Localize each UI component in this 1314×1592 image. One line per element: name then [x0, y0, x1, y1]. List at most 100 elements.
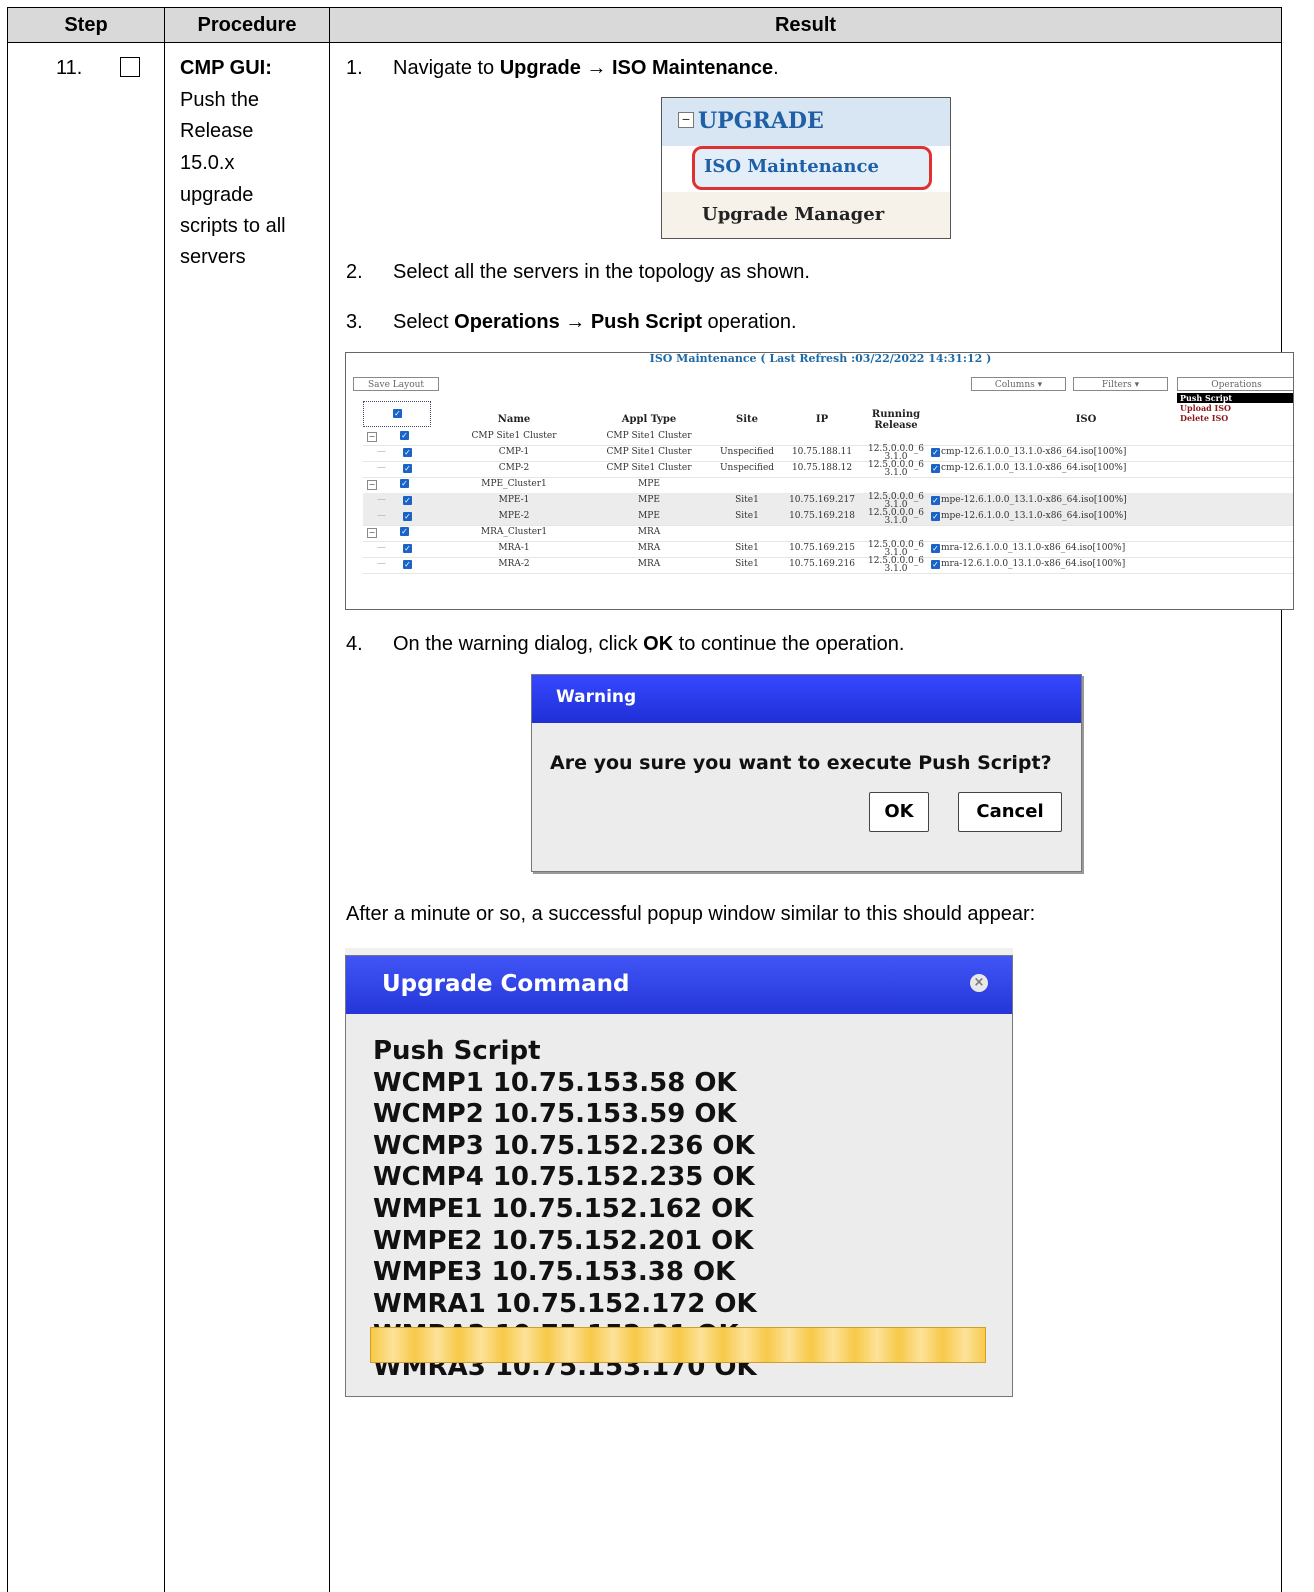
column-header-name[interactable]: Name	[464, 414, 564, 425]
delete-iso-menu-item[interactable]: Delete ISO	[1177, 413, 1293, 423]
push-script-menu-item[interactable]: Push Script	[1177, 393, 1293, 403]
iso-maintenance-screenshot: ISO Maintenance ( Last Refresh :03/22/20…	[345, 352, 1294, 610]
cell-running-release: 12.5.0.0.0_6 3.1.0	[858, 557, 934, 574]
close-icon[interactable]: ×	[970, 974, 988, 992]
instruction-3: Select Operations → Push Script operatio…	[393, 306, 797, 338]
after-text: After a minute or so, a successful popup…	[346, 903, 1036, 925]
upgrade-menu-screenshot: − UPGRADE ISO Maintenance Upgrade Manage…	[661, 97, 951, 239]
cell-name: MRA-2	[498, 559, 530, 569]
columns-dropdown[interactable]: Columns ▾	[971, 377, 1066, 391]
warning-dialog-message: Are you sure you want to execute Push Sc…	[550, 752, 1052, 774]
collapse-icon[interactable]: −	[678, 112, 694, 128]
step-checkbox[interactable]	[120, 57, 140, 77]
table-row[interactable]: — ✓ MRA-2 MRA Site1 10.75.169.216 12.5.0.0.0_6…	[363, 557, 1293, 574]
expand-icon[interactable]: −	[367, 432, 377, 442]
row-checkbox[interactable]: ✓	[400, 431, 409, 440]
instruction-1-pre: Navigate to	[393, 57, 500, 79]
table-row[interactable]: — ✓ MPE-1 MPE Site1 10.75.169.217 12.5.0.0.0_6…	[363, 493, 1293, 510]
release-line: 3.1.0	[884, 516, 908, 526]
upgrade-menu-label[interactable]: UPGRADE	[698, 108, 824, 134]
table-row[interactable]: — ✓ MPE-2 MPE Site1 10.75.169.218 12.5.0.0.0_6…	[363, 509, 1293, 526]
instruction-1-bold: Upgrade → ISO Maintenance	[499, 57, 774, 79]
cell-appl-type: MRA	[637, 527, 661, 537]
ok-button[interactable]: OK	[869, 792, 929, 832]
iso-maintenance-menu-item[interactable]: ISO Maintenance	[704, 156, 879, 177]
warning-dialog: Warning Are you sure you want to execute…	[531, 674, 1082, 872]
instruction-4: On the warning dialog, click OK to conti…	[393, 628, 904, 660]
instruction-4-post: to continue the operation.	[673, 633, 905, 655]
iso-checkbox[interactable]: ✓	[931, 464, 940, 473]
procedure-line: 15.0.x	[180, 152, 235, 174]
result-line: WCMP1 10.75.153.58 OK	[373, 1067, 737, 1098]
table-row[interactable]: − ✓ MPE_Cluster1 MPE	[363, 477, 1293, 494]
cell-name: CMP-2	[498, 463, 530, 473]
iso-checkbox[interactable]: ✓	[931, 544, 940, 553]
table-row[interactable]: — ✓ CMP-2 CMP Site1 Cluster Unspecified 10.75…	[363, 461, 1293, 478]
row-checkbox[interactable]: ✓	[400, 527, 409, 536]
row-checkbox[interactable]: ✓	[403, 464, 412, 473]
cell-site: Site1	[735, 543, 759, 553]
progress-bar	[370, 1327, 986, 1363]
row-checkbox[interactable]: ✓	[403, 496, 412, 505]
procedure-line: upgrade	[180, 184, 254, 206]
cell-appl-type: MRA	[637, 559, 661, 569]
iso-checkbox[interactable]: ✓	[931, 496, 940, 505]
chevron-down-icon: ▾	[1134, 380, 1140, 390]
row-checkbox[interactable]: ✓	[403, 560, 412, 569]
filters-label: Filters	[1101, 380, 1132, 390]
operations-dropdown[interactable]: Operations	[1177, 377, 1293, 391]
cell-running-release: 12.5.0.0.0_6 3.1.0	[858, 509, 934, 526]
cell-iso: mpe-12.6.1.0.0_13.1.0-x86_64.iso[100%]	[941, 495, 1127, 505]
row-checkbox[interactable]: ✓	[403, 512, 412, 521]
cell-appl-type: MRA	[637, 543, 661, 553]
cancel-button[interactable]: Cancel	[958, 792, 1062, 832]
cell-running-release: 12.5.0.0.0_6 3.1.0	[858, 541, 934, 558]
iso-checkbox[interactable]: ✓	[931, 512, 940, 521]
table-row[interactable]: — ✓ MRA-1 MRA Site1 10.75.169.215 12.5.0.0.0_6…	[363, 541, 1293, 558]
cell-running-release: 12.5.0.0.0_6 3.1.0	[858, 493, 934, 510]
table-row[interactable]: − ✓ CMP Site1 Cluster CMP Site1 Cluster	[363, 429, 1293, 446]
column-header-appl-type[interactable]: Appl Type	[594, 414, 704, 425]
cell-iso: cmp-12.6.1.0.0_13.1.0-x86_64.iso[100%]	[941, 447, 1127, 457]
row-checkbox[interactable]: ✓	[403, 448, 412, 457]
column-header-site[interactable]: Site	[717, 414, 777, 425]
cell-appl-type: CMP Site1 Cluster	[606, 431, 692, 441]
cell-appl-type: CMP Site1 Cluster	[606, 447, 692, 457]
instruction-3-number: 3.	[346, 311, 363, 333]
cell-ip: 10.75.169.215	[789, 543, 855, 553]
expand-icon[interactable]: −	[367, 528, 377, 538]
filters-dropdown[interactable]: Filters ▾	[1073, 377, 1168, 391]
table-row[interactable]: — ✓ CMP-1 CMP Site1 Cluster Unspecified 10.75…	[363, 445, 1293, 462]
tree-connector: —	[377, 559, 386, 569]
procedure-title: CMP GUI:	[180, 57, 272, 79]
procedure-line: Push the	[180, 89, 259, 111]
table-border-right	[1281, 7, 1282, 1592]
column-header-iso[interactable]: ISO	[1006, 414, 1166, 425]
upgrade-dialog-title: Upgrade Command	[382, 971, 630, 997]
iso-checkbox[interactable]: ✓	[931, 560, 940, 569]
cell-site: Site1	[735, 495, 759, 505]
row-checkbox[interactable]: ✓	[403, 544, 412, 553]
table-row[interactable]: − ✓ MRA_Cluster1 MRA	[363, 525, 1293, 542]
header-result: Result	[774, 14, 837, 36]
column-header-ip[interactable]: IP	[787, 414, 857, 425]
expand-icon[interactable]: −	[367, 480, 377, 490]
column-header-running-release[interactable]: Running Release	[858, 409, 934, 431]
iso-checkbox[interactable]: ✓	[931, 448, 940, 457]
operations-menu: Push Script Upload ISO Delete ISO	[1177, 393, 1293, 427]
result-line: WCMP2 10.75.153.59 OK	[373, 1099, 737, 1130]
upgrade-manager-menu-item[interactable]: Upgrade Manager	[702, 204, 884, 225]
release-line: 3.1.0	[884, 468, 908, 478]
table-header-divider	[8, 42, 1282, 43]
row-checkbox[interactable]: ✓	[400, 479, 409, 488]
tree-connector: —	[377, 495, 386, 505]
instruction-3-bold: Operations → Push Script	[454, 311, 702, 333]
columns-label: Columns	[994, 380, 1035, 390]
select-all-checkbox[interactable]: ✓	[393, 409, 402, 418]
upload-iso-menu-item[interactable]: Upload ISO	[1177, 403, 1293, 413]
chevron-down-icon: ▾	[1037, 380, 1043, 390]
column-header-running: Running	[871, 409, 921, 420]
instruction-4-bold: OK	[643, 633, 674, 655]
cell-ip: 10.75.188.11	[791, 447, 853, 457]
save-layout-button[interactable]: Save Layout	[353, 377, 439, 391]
